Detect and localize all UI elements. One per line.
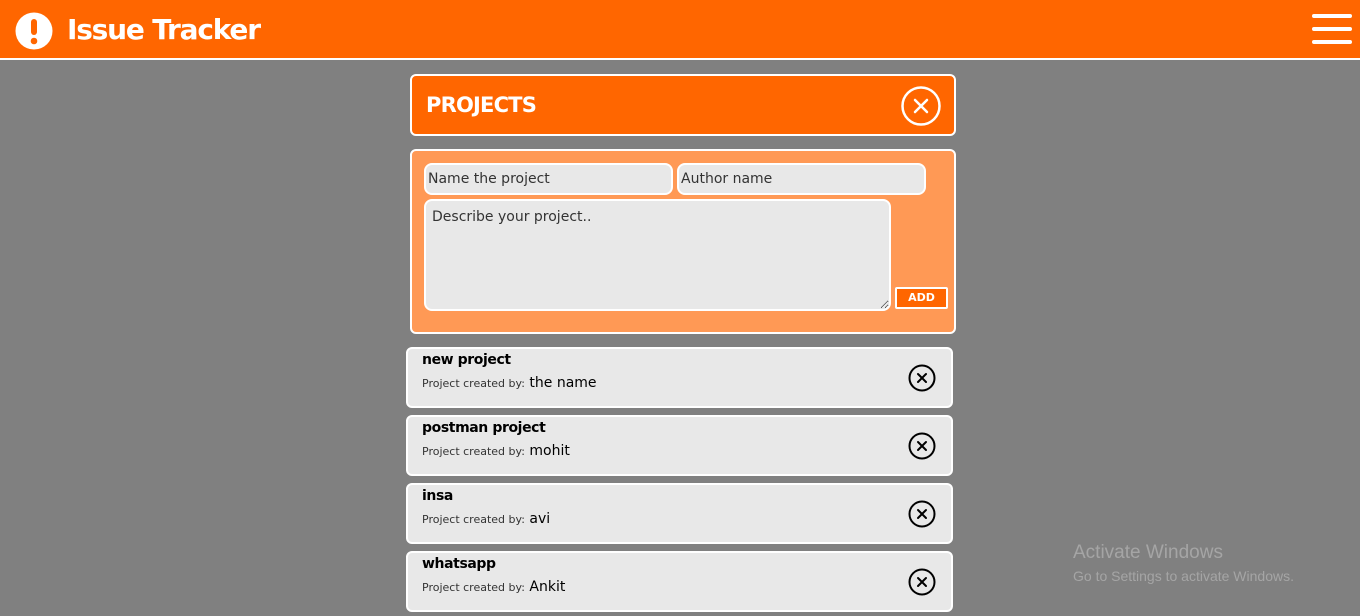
menu-bar bbox=[1312, 27, 1352, 31]
app-title: Issue Tracker bbox=[67, 13, 261, 46]
project-meta: Project created by: Ankit bbox=[422, 577, 565, 598]
top-bar: Issue Tracker bbox=[0, 0, 1360, 60]
project-meta: Project created by: mohit bbox=[422, 441, 570, 462]
delete-project-icon[interactable] bbox=[908, 432, 936, 460]
watermark-title: Activate Windows bbox=[1073, 542, 1223, 563]
created-by-label: Project created by: bbox=[422, 377, 525, 390]
delete-project-icon[interactable] bbox=[908, 500, 936, 528]
new-project-form: ADD bbox=[410, 149, 956, 334]
project-meta: Project created by: avi bbox=[422, 509, 550, 530]
project-list-item: insa Project created by: avi bbox=[406, 483, 953, 544]
hamburger-menu-icon[interactable] bbox=[1312, 14, 1352, 46]
project-author: avi bbox=[529, 511, 551, 527]
project-name: new project bbox=[422, 352, 511, 368]
created-by-label: Project created by: bbox=[422, 445, 525, 458]
menu-bar bbox=[1312, 40, 1352, 44]
project-list-item: postman project Project created by: mohi… bbox=[406, 415, 953, 476]
project-author: Ankit bbox=[529, 579, 566, 595]
author-name-input[interactable] bbox=[677, 163, 926, 195]
menu-bar bbox=[1312, 14, 1352, 18]
project-name-input[interactable] bbox=[424, 163, 673, 195]
add-project-button[interactable]: ADD bbox=[895, 287, 948, 309]
project-name: postman project bbox=[422, 420, 546, 436]
activate-windows-watermark: Activate Windows Go to Settings to activ… bbox=[1073, 542, 1294, 588]
projects-panel-header: PROJECTS bbox=[410, 74, 956, 136]
panel-title: PROJECTS bbox=[426, 93, 537, 117]
project-list-item: whatsapp Project created by: Ankit bbox=[406, 551, 953, 612]
delete-project-icon[interactable] bbox=[908, 364, 936, 392]
project-name: insa bbox=[422, 488, 453, 504]
project-meta: Project created by: the name bbox=[422, 373, 597, 394]
project-list-item: new project Project created by: the name bbox=[406, 347, 953, 408]
project-author: mohit bbox=[529, 443, 570, 459]
created-by-label: Project created by: bbox=[422, 581, 525, 594]
exclamation-circle-icon bbox=[15, 12, 53, 50]
project-description-textarea[interactable] bbox=[424, 199, 891, 311]
close-circle-icon[interactable] bbox=[901, 86, 941, 126]
created-by-label: Project created by: bbox=[422, 513, 525, 526]
project-name: whatsapp bbox=[422, 556, 496, 572]
watermark-subtitle: Go to Settings to activate Windows. bbox=[1073, 568, 1294, 584]
delete-project-icon[interactable] bbox=[908, 568, 936, 596]
project-author: the name bbox=[529, 375, 597, 391]
